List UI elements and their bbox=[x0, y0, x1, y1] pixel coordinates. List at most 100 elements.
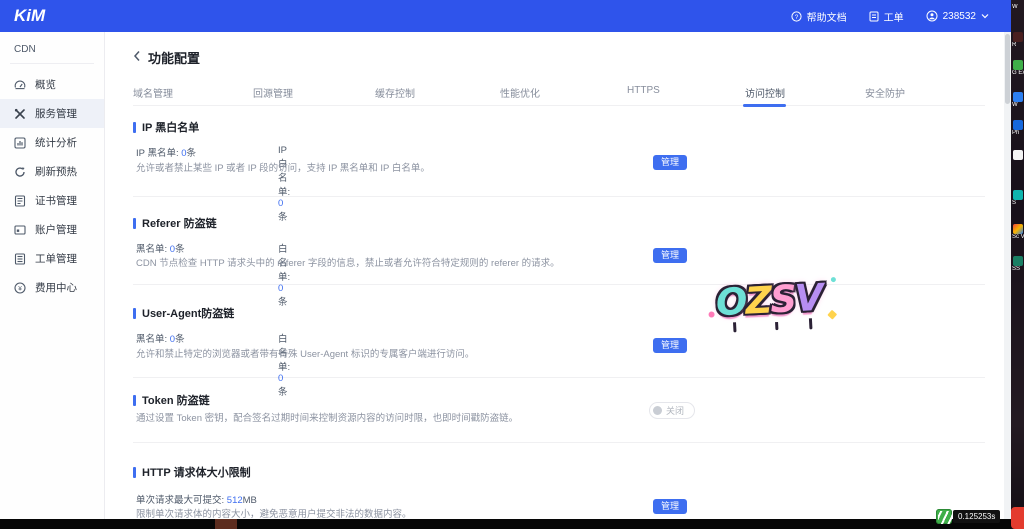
top-navbar: KiM ? 帮助文档 工单 238532 bbox=[0, 0, 1011, 32]
title-accent-bar bbox=[133, 395, 136, 406]
page-load-time-badge: 0.125253s bbox=[936, 508, 1000, 524]
title-accent-bar bbox=[133, 122, 136, 133]
tab-access-control[interactable]: 访问控制 bbox=[745, 85, 785, 100]
sidebar-item-label: 服务管理 bbox=[35, 106, 77, 121]
sidebar-item-label: 概览 bbox=[35, 77, 56, 92]
section-description: CDN 节点检查 HTTP 请求头中的 referer 字段的信息，禁止或者允许… bbox=[136, 255, 560, 269]
sidebar-item-label: 证书管理 bbox=[35, 193, 77, 208]
sidebar-item-overview[interactable]: 概览 bbox=[0, 70, 104, 99]
tab-https[interactable]: HTTPS bbox=[627, 85, 660, 96]
desktop-icon-label: W bbox=[1012, 102, 1024, 109]
title-accent-bar bbox=[133, 308, 136, 319]
desktop-icon-label: W bbox=[1012, 4, 1024, 11]
desktop-icon-label: R bbox=[1012, 42, 1024, 49]
desktop-app-icon[interactable] bbox=[1013, 60, 1023, 70]
desktop-app-icon[interactable] bbox=[1013, 32, 1023, 42]
sidebar-item-refresh[interactable]: 刷新预热 bbox=[0, 157, 104, 186]
section-token: Token 防盗链 通过设置 Token 密钥，配合签名过期时间来控制资源内容的… bbox=[133, 378, 985, 443]
section-ip-list: IP 黑白名单 IP 黑名单: 0条 IP 白名单: 0条 允许或者禁止某些 I… bbox=[133, 103, 985, 197]
account-card-icon bbox=[14, 224, 26, 236]
token-status-label: 关闭 bbox=[666, 404, 684, 417]
tab-origin-mgmt[interactable]: 回源管理 bbox=[253, 85, 293, 100]
desktop-icon-label: SS bbox=[1012, 266, 1024, 273]
sidebar-item-label: 账户管理 bbox=[35, 222, 77, 237]
sidebar-item-service-mgmt[interactable]: 服务管理 bbox=[0, 99, 104, 128]
speed-meter-icon bbox=[936, 509, 952, 524]
max-body-size-value: 512 bbox=[227, 495, 243, 506]
section-title: HTTP 请求体大小限制 bbox=[133, 464, 251, 480]
title-accent-bar bbox=[133, 218, 136, 229]
page-title: 功能配置 bbox=[148, 48, 200, 67]
desktop-app-icon[interactable] bbox=[1013, 92, 1023, 102]
desktop-icon-label: Ph bbox=[1012, 130, 1024, 137]
certificate-icon bbox=[14, 195, 26, 207]
user-circle-icon bbox=[926, 10, 938, 22]
sidebar-item-stats[interactable]: 统计分析 bbox=[0, 128, 104, 157]
page-scrollbar[interactable] bbox=[1004, 32, 1011, 519]
load-time-value: 0.125253s bbox=[953, 510, 1000, 523]
account-id: 238532 bbox=[943, 11, 976, 22]
bottom-bar-segment bbox=[215, 519, 237, 529]
sidebar-divider bbox=[10, 63, 94, 64]
desktop-app-icon[interactable] bbox=[1013, 150, 1023, 160]
document-icon bbox=[869, 11, 879, 22]
account-menu[interactable]: 238532 bbox=[926, 10, 989, 22]
chevron-down-icon bbox=[981, 13, 989, 19]
desktop-app-icon[interactable] bbox=[1013, 120, 1023, 130]
tab-cache-control[interactable]: 缓存控制 bbox=[375, 85, 415, 100]
section-stats: IP 黑名单: 0条 IP 白名单: 0条 bbox=[136, 145, 196, 159]
section-stats: 单次请求最大可提交: 512MB bbox=[136, 492, 257, 506]
section-description: 允许和禁止特定的浏览器或者带有特殊 User-Agent 标识的专属客户端进行访… bbox=[136, 346, 474, 360]
section-description: 允许或者禁止某些 IP 或者 IP 段的访问，支持 IP 黑名单和 IP 白名单… bbox=[136, 160, 430, 174]
scrollbar-thumb[interactable] bbox=[1005, 34, 1010, 104]
tools-icon bbox=[14, 108, 26, 120]
section-description: 限制单次请求体的内容大小，避免恶意用户提交非法的数据内容。 bbox=[136, 506, 412, 520]
desktop-app-icon[interactable] bbox=[1013, 256, 1023, 266]
work-order-link[interactable]: 工单 bbox=[869, 9, 904, 24]
gauge-icon bbox=[14, 79, 26, 91]
sidebar-group-title: CDN bbox=[0, 32, 104, 63]
tab-performance[interactable]: 性能优化 bbox=[500, 85, 540, 100]
brand-logo[interactable]: KiM bbox=[14, 6, 45, 26]
desktop-app-icon[interactable] bbox=[1013, 190, 1023, 200]
manage-body-limit-button[interactable]: 管理 bbox=[653, 499, 687, 514]
sidebar-item-label: 刷新预热 bbox=[35, 164, 77, 179]
manage-ip-list-button[interactable]: 管理 bbox=[653, 155, 687, 170]
back-chevron-icon[interactable] bbox=[133, 49, 141, 67]
sidebar-item-label: 统计分析 bbox=[35, 135, 77, 150]
sidebar-item-label: 费用中心 bbox=[35, 280, 77, 295]
manage-referer-button[interactable]: 管理 bbox=[653, 248, 687, 263]
bar-chart-icon bbox=[14, 137, 26, 149]
tab-domain-mgmt[interactable]: 域名管理 bbox=[133, 85, 173, 100]
manage-user-agent-button[interactable]: 管理 bbox=[653, 338, 687, 353]
page-header: 功能配置 bbox=[133, 48, 200, 67]
section-referer: Referer 防盗链 黑名单: 0条 白名单: 0条 CDN 节点检查 HTT… bbox=[133, 197, 985, 285]
desktop-app-icon[interactable] bbox=[1013, 224, 1023, 234]
billing-icon: ¥ bbox=[14, 282, 26, 294]
svg-text:?: ? bbox=[794, 13, 798, 20]
section-stats: 黑名单: 0条 白名单: 0条 bbox=[136, 241, 185, 255]
sidebar-item-account[interactable]: 账户管理 bbox=[0, 215, 104, 244]
ticket-list-icon bbox=[14, 253, 26, 265]
section-title: Referer 防盗链 bbox=[133, 215, 217, 231]
main-content: 功能配置 域名管理 回源管理 缓存控制 性能优化 HTTPS 访问控制 安全防护… bbox=[105, 32, 1004, 519]
desktop-icon-label: S bbox=[1012, 200, 1024, 207]
help-docs-label: 帮助文档 bbox=[807, 9, 847, 24]
section-title: Token 防盗链 bbox=[133, 392, 210, 408]
sidebar-item-billing[interactable]: ¥ 费用中心 bbox=[0, 273, 104, 302]
work-order-label: 工单 bbox=[884, 9, 904, 24]
section-description: 通过设置 Token 密钥，配合签名过期时间来控制资源内容的访问时限，也即时间戳… bbox=[136, 410, 518, 424]
section-http-body-limit: HTTP 请求体大小限制 单次请求最大可提交: 512MB 限制单次请求体的内容… bbox=[133, 443, 985, 519]
sidebar-item-certificates[interactable]: 证书管理 bbox=[0, 186, 104, 215]
token-status-toggle[interactable]: 关闭 bbox=[649, 402, 695, 419]
app-window: KiM ? 帮助文档 工单 238532 bbox=[0, 0, 1024, 529]
tab-security[interactable]: 安全防护 bbox=[865, 85, 905, 100]
title-accent-bar bbox=[133, 467, 136, 478]
status-dot-icon bbox=[653, 406, 662, 415]
sidebar-item-work-orders[interactable]: 工单管理 bbox=[0, 244, 104, 273]
svg-text:¥: ¥ bbox=[18, 285, 22, 292]
desktop-red-icon[interactable] bbox=[1011, 507, 1024, 529]
help-docs-link[interactable]: ? 帮助文档 bbox=[791, 9, 847, 24]
navbar-right: ? 帮助文档 工单 238532 bbox=[791, 0, 989, 32]
section-stats: 黑名单: 0条 白名单: 0条 bbox=[136, 331, 185, 345]
